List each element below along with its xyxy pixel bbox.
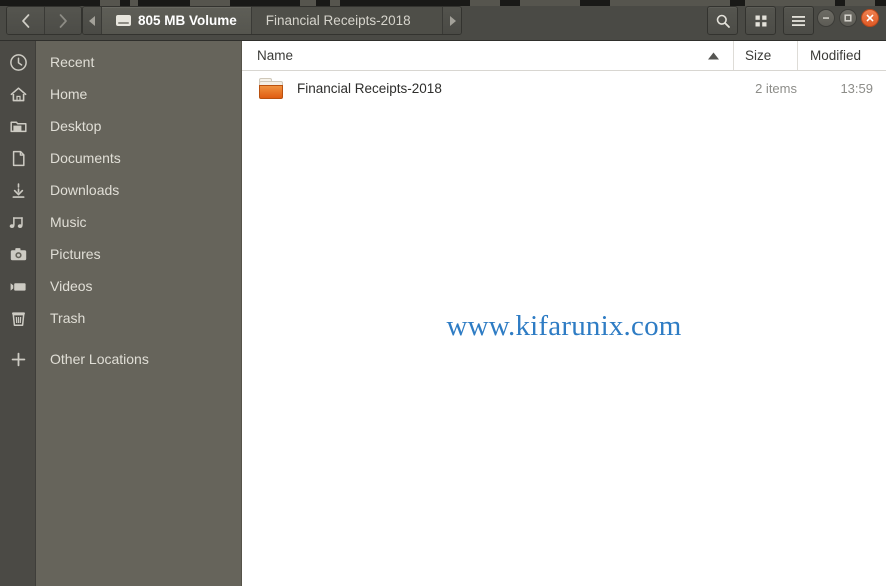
drive-icon [116,15,131,26]
sidebar-item-recent[interactable]: Recent [36,46,241,78]
triangle-left-icon [88,15,95,26]
grid-view-icon [755,15,766,26]
sidebar-item-pictures[interactable]: Pictures [36,238,241,270]
trash-icon [11,311,25,326]
breadcrumb: 805 MB Volume Financial Receipts-2018 [102,7,442,34]
sidebar-item-label: Other Locations [50,351,149,367]
column-header-modified[interactable]: Modified [797,41,886,70]
breadcrumb-label: 805 MB Volume [138,13,237,28]
sidebar-item-documents[interactable]: Documents [36,142,241,174]
sidebar-icon-other-locations[interactable] [0,343,36,375]
search-icon [716,14,730,28]
sidebar-item-label: Desktop [50,118,102,134]
minimize-icon [823,17,829,19]
sidebar-item-label: Music [50,214,87,230]
maximize-button[interactable] [839,9,857,27]
breadcrumb-item-folder[interactable]: Financial Receipts-2018 [252,7,425,34]
file-size-cell: 2 items [755,80,797,96]
close-button[interactable] [861,9,879,27]
home-icon [10,86,26,101]
navigation-buttons [6,6,82,35]
file-manager-window: 805 MB Volume Financial Receipts-2018 Re… [0,0,886,586]
hamburger-menu-icon [792,15,805,26]
header-actions [707,6,814,35]
folder-icon [259,77,285,99]
camera-icon [10,247,26,260]
chevron-left-icon [21,13,29,28]
sidebar-icon-trash[interactable] [0,302,36,334]
sidebar-item-videos[interactable]: Videos [36,270,241,302]
sidebar-item-label: Home [50,86,88,102]
path-scroll-left-button[interactable] [83,7,102,34]
sidebar-icon-videos[interactable] [0,270,36,302]
column-header-label: Name [257,48,294,63]
file-list-pane: Name Size Modified Financial Receipts-20… [242,41,886,586]
download-arrow-icon [12,182,24,198]
music-note-icon [9,216,23,228]
breadcrumb-item-volume[interactable]: 805 MB Volume [102,7,252,34]
sidebar-divider [241,41,242,586]
path-scroll-right-button[interactable] [442,7,461,34]
view-grid-button[interactable] [745,6,776,35]
sidebar-item-trash[interactable]: Trash [36,302,241,334]
header-bar: 805 MB Volume Financial Receipts-2018 [0,0,886,41]
column-header-label: Size [745,48,772,63]
triangle-right-icon [449,15,456,26]
sidebar-item-label: Recent [50,54,95,70]
sidebar-icon-pictures[interactable] [0,238,36,270]
sidebar-icon-home[interactable] [0,78,36,110]
file-rows: Financial Receipts-2018 2 items 13:59 [242,71,886,105]
file-name-label: Financial Receipts-2018 [297,80,442,96]
watermark: www.kifarunix.com [446,310,682,342]
search-button[interactable] [707,6,738,35]
sidebar-icon-documents[interactable] [0,142,36,174]
table-row[interactable]: Financial Receipts-2018 2 items 13:59 [242,71,886,105]
close-icon [866,14,874,22]
sort-ascending-icon [708,52,719,59]
sidebar-icon-desktop[interactable] [0,110,36,142]
sidebar-icon-music[interactable] [0,206,36,238]
screen-edge-artifact [0,0,886,6]
file-modified-cell: 13:59 [840,80,873,96]
folder-icon [9,120,27,132]
sidebar-item-desktop[interactable]: Desktop [36,110,241,142]
minimize-button[interactable] [817,9,835,27]
column-headers: Name Size Modified [242,41,886,71]
sidebar-item-label: Videos [50,278,93,294]
plus-icon [11,352,25,366]
document-icon [12,150,25,166]
sidebar-item-other-locations[interactable]: Other Locations [36,343,241,375]
main-menu-button[interactable] [783,6,814,35]
clock-icon [9,53,27,71]
maximize-icon [844,14,852,22]
sidebar-item-label: Downloads [50,182,120,198]
back-button[interactable] [7,7,44,34]
file-name-cell: Financial Receipts-2018 [242,77,733,99]
breadcrumb-label: Financial Receipts-2018 [265,13,411,28]
path-bar: 805 MB Volume Financial Receipts-2018 [82,6,462,35]
forward-button[interactable] [44,7,81,34]
column-header-size[interactable]: Size [733,41,797,70]
sidebar: Recent Home Desktop Documents Downloads … [0,41,241,586]
sidebar-item-label: Trash [50,310,86,326]
sidebar-icon-downloads[interactable] [0,174,36,206]
sidebar-item-label: Pictures [50,246,101,262]
column-header-name[interactable]: Name [242,41,733,70]
chevron-right-icon [59,13,67,28]
sidebar-item-home[interactable]: Home [36,78,241,110]
sidebar-icon-recent[interactable] [0,46,36,78]
window-controls [817,9,879,27]
sidebar-item-downloads[interactable]: Downloads [36,174,241,206]
video-camera-icon [10,282,26,291]
sidebar-item-label: Documents [50,150,121,166]
column-header-label: Modified [810,48,862,63]
sidebar-item-music[interactable]: Music [36,206,241,238]
